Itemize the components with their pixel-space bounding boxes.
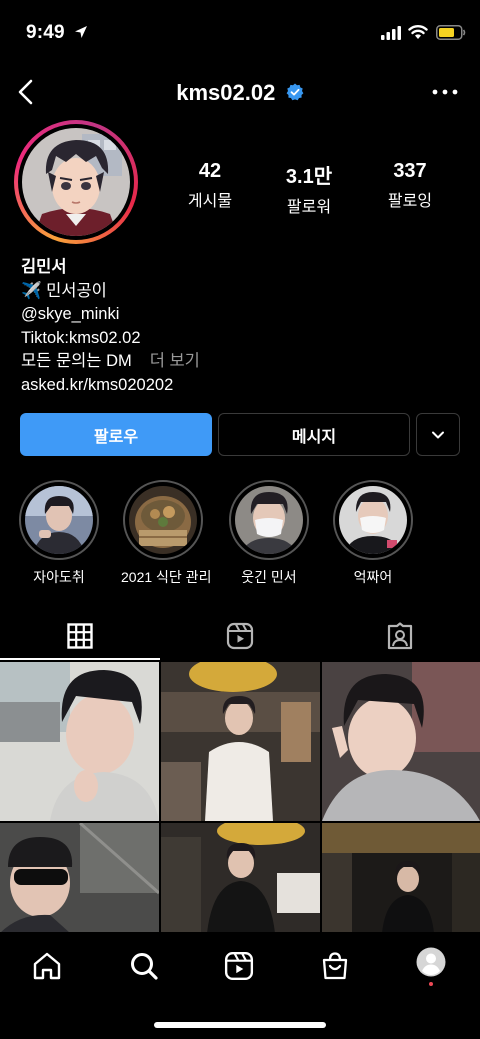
grid-icon: [67, 623, 93, 649]
home-icon: [33, 952, 61, 980]
highlight-thumbnail: [339, 486, 407, 554]
battery-icon: [436, 25, 466, 40]
following-stat[interactable]: 337 팔로잉: [360, 160, 460, 211]
story-highlight[interactable]: 억짜어: [331, 480, 415, 587]
chevron-down-icon: [432, 431, 444, 438]
posts-label: 게시물: [187, 193, 233, 210]
bottom-navigation: [0, 932, 480, 1039]
highlight-thumbnail: [25, 486, 93, 554]
highlight-label: 웃긴 민서: [241, 569, 297, 585]
tab-tagged[interactable]: [320, 612, 480, 660]
followers-stat[interactable]: 3.1만 팔로워: [259, 160, 359, 217]
highlight-label: 2021 식단 관리: [121, 569, 212, 585]
home-indicator-bar[interactable]: [154, 1022, 326, 1028]
profile-header: kms02.02: [0, 70, 480, 116]
bio-mention-link[interactable]: @skye_minki: [21, 303, 461, 327]
shopping-bag-icon: [322, 952, 348, 980]
profile-display-name: 김민서: [21, 258, 67, 276]
nav-shop[interactable]: [315, 948, 355, 984]
followers-count: 3.1만: [285, 166, 333, 188]
highlight-thumbnail: [129, 486, 197, 554]
status-bar: 9:49: [0, 0, 480, 66]
highlight-label: 자아도취: [33, 569, 85, 585]
location-arrow-icon: [75, 26, 87, 38]
bio-line-4: 모든 문의는 DM: [21, 352, 132, 370]
reels-icon: [224, 951, 254, 981]
post-thumbnail[interactable]: [322, 662, 480, 821]
post-thumbnail[interactable]: [0, 662, 159, 821]
highlight-thumbnail: [235, 486, 303, 554]
avatar-illustration: [22, 128, 130, 236]
story-highlight[interactable]: 2021 식단 관리: [121, 480, 212, 587]
story-highlight[interactable]: 웃긴 민서: [227, 480, 311, 587]
profile-avatar[interactable]: [14, 120, 138, 244]
suggested-accounts-button[interactable]: [416, 413, 460, 456]
tab-posts-grid[interactable]: [0, 612, 160, 660]
profile-username: kms02.02: [176, 80, 276, 105]
following-count: 337: [393, 160, 427, 182]
profile-stats: 42 게시물 3.1만 팔로워 337 팔로잉: [160, 160, 460, 216]
story-highlight[interactable]: 자아도취: [17, 480, 101, 587]
profile-tabs: [0, 612, 480, 660]
highlight-label: 억짜어: [353, 569, 393, 585]
message-button[interactable]: 메시지: [218, 413, 410, 456]
bio-line-3: Tiktok:kms02.02: [21, 328, 141, 347]
posts-stat[interactable]: 42 게시물: [160, 160, 260, 211]
nav-search[interactable]: [124, 948, 164, 984]
profile-avatar-icon: [416, 947, 446, 986]
nav-home[interactable]: [27, 948, 67, 984]
profile-bio: 김민서 ✈️ 민서공이 @skye_minki Tiktok:kms02.02 …: [21, 256, 461, 397]
nav-profile[interactable]: [411, 947, 451, 986]
nav-reels[interactable]: [219, 948, 259, 984]
following-label: 팔로잉: [387, 193, 433, 210]
active-tab-indicator: [0, 658, 160, 660]
cellular-signal-icon: [381, 26, 401, 40]
wifi-icon: [408, 25, 428, 39]
posts-count: 42: [198, 160, 222, 182]
status-time: 9:49: [26, 22, 65, 43]
bio-website-link[interactable]: asked.kr/kms020202: [21, 374, 461, 398]
tab-reels[interactable]: [160, 612, 320, 660]
search-icon: [131, 953, 158, 980]
bio-line-1: ✈️ 민서공이: [21, 281, 107, 300]
reels-icon: [226, 622, 254, 650]
followers-label: 팔로워: [286, 199, 332, 216]
bio-more-link[interactable]: 더 보기: [150, 352, 200, 370]
post-thumbnail[interactable]: [161, 662, 320, 821]
follow-button[interactable]: 팔로우: [20, 413, 212, 456]
tagged-icon: [387, 622, 413, 650]
verified-badge-icon: [286, 83, 304, 100]
more-options-icon[interactable]: [430, 84, 460, 100]
